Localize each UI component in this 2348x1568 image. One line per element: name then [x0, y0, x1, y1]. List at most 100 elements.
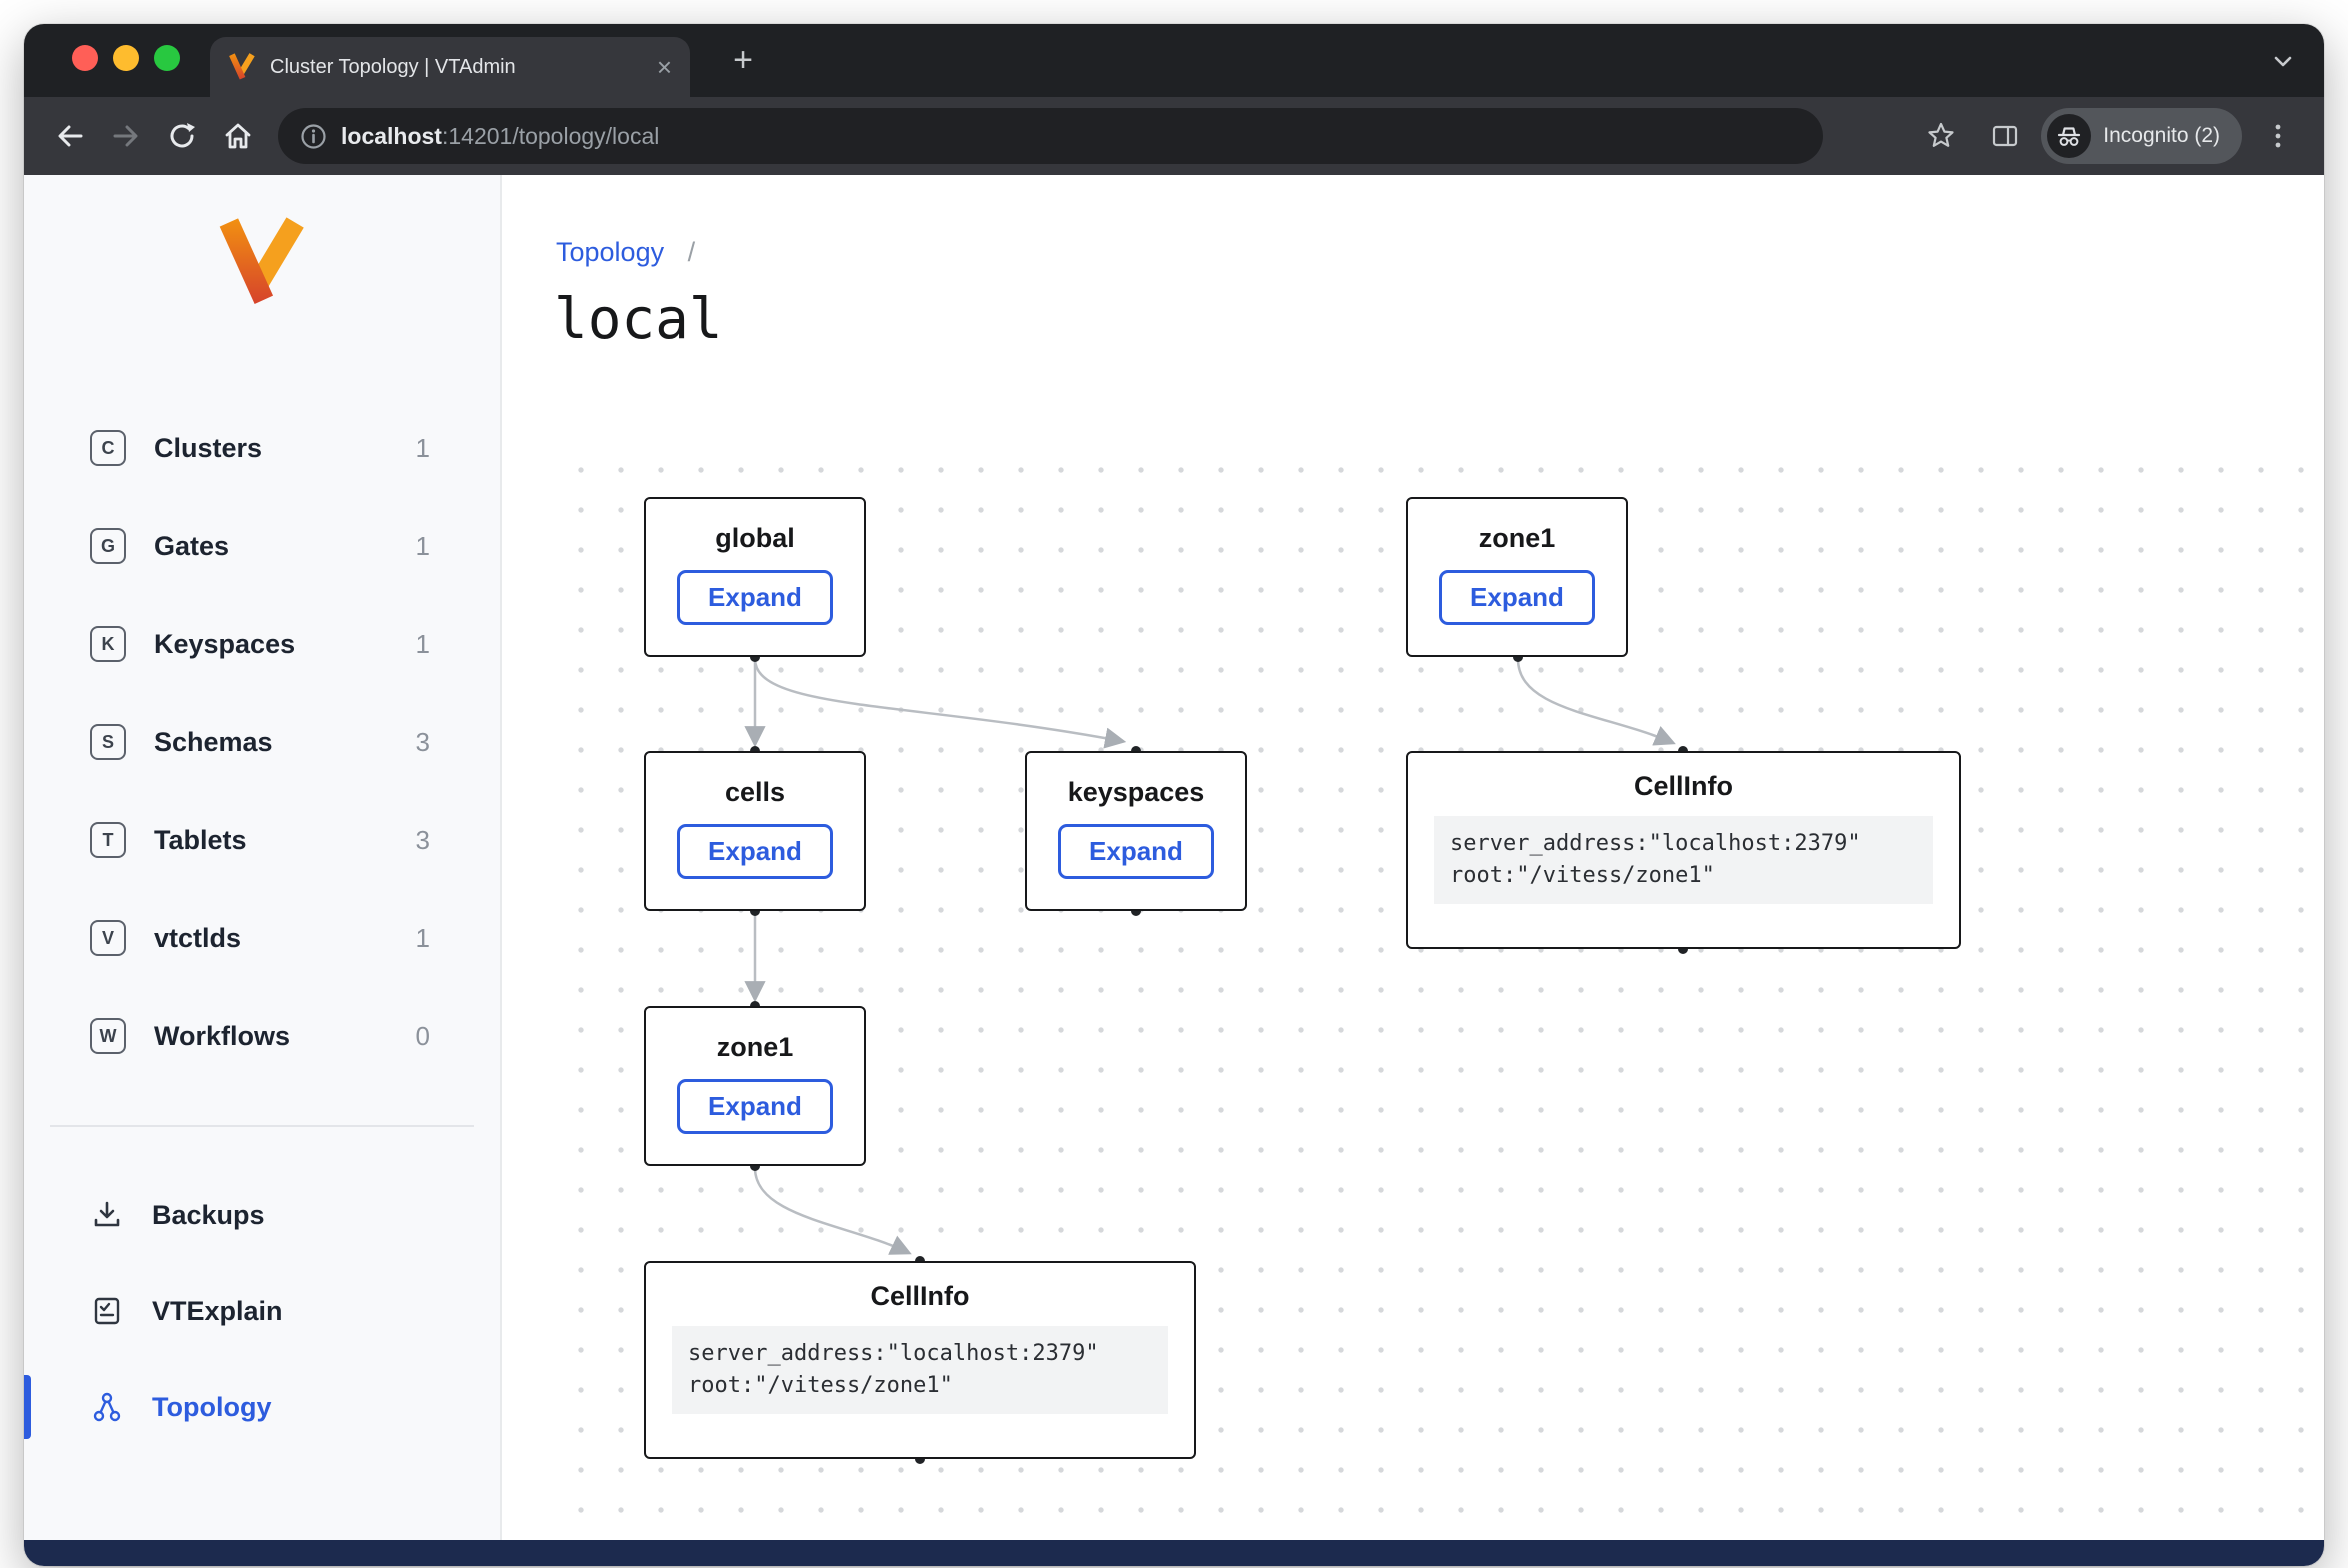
profile-incognito-badge[interactable]: Incognito (2)	[2041, 108, 2242, 164]
browser-tab[interactable]: Cluster Topology | VTAdmin ×	[210, 37, 690, 97]
expand-button[interactable]: Expand	[1439, 570, 1595, 625]
node-title: CellInfo	[646, 1281, 1194, 1312]
page-content: C Clusters 1 G Gates 1 K Keyspaces 1	[24, 175, 2324, 1566]
sidebar: C Clusters 1 G Gates 1 K Keyspaces 1	[24, 175, 502, 1540]
expand-button[interactable]: Expand	[677, 1079, 833, 1134]
tab-strip: Cluster Topology | VTAdmin × +	[24, 24, 2324, 97]
sidebar-item-count: 1	[416, 629, 430, 660]
breadcrumb-topology-link[interactable]: Topology	[556, 237, 664, 267]
cellinfo-server-address: server_address:"localhost:2379"	[688, 1338, 1152, 1370]
sidebar-item-label: Clusters	[154, 433, 262, 464]
gates-letter-icon: G	[90, 528, 126, 564]
active-indicator	[24, 1375, 31, 1439]
forward-button[interactable]	[98, 108, 154, 164]
topology-graph[interactable]: global Expand zone1 Expand cells Expand …	[553, 442, 2316, 1532]
vitess-favicon	[228, 53, 256, 81]
cellinfo-code: server_address:"localhost:2379" root:"/v…	[672, 1326, 1168, 1414]
browser-menu-icon[interactable]	[2250, 108, 2306, 164]
side-panel-icon[interactable]	[1977, 108, 2033, 164]
graph-node-global[interactable]: global Expand	[644, 497, 866, 657]
main-panel: Topology / local	[504, 175, 2324, 1540]
expand-button[interactable]: Expand	[677, 570, 833, 625]
tab-title: Cluster Topology | VTAdmin	[270, 56, 643, 79]
node-title: zone1	[1408, 523, 1626, 554]
sidebar-item-keyspaces[interactable]: K Keyspaces 1	[24, 595, 500, 693]
tab-close-icon[interactable]: ×	[657, 54, 672, 80]
sidebar-item-count: 3	[416, 825, 430, 856]
sidebar-item-tablets[interactable]: T Tablets 3	[24, 791, 500, 889]
sidebar-item-count: 1	[416, 531, 430, 562]
page: Cluster Topology | VTAdmin × +	[0, 0, 2348, 1568]
zoom-window-button[interactable]	[154, 45, 180, 71]
reload-button[interactable]	[154, 108, 210, 164]
sidebar-item-schemas[interactable]: S Schemas 3	[24, 693, 500, 791]
url-path: :14201/topology/local	[442, 123, 659, 149]
sidebar-item-workflows[interactable]: W Workflows 0	[24, 987, 500, 1085]
sidebar-item-vtctlds[interactable]: V vtctlds 1	[24, 889, 500, 987]
graph-node-zone1-top[interactable]: zone1 Expand	[1406, 497, 1628, 657]
site-info-icon[interactable]	[300, 123, 327, 150]
sidebar-item-label: VTExplain	[152, 1296, 283, 1327]
tablets-letter-icon: T	[90, 822, 126, 858]
incognito-label: Incognito (2)	[2103, 124, 2220, 148]
window-bottom-strip	[24, 1540, 2324, 1566]
schemas-letter-icon: S	[90, 724, 126, 760]
address-bar[interactable]: localhost:14201/topology/local	[278, 108, 1823, 164]
clusters-letter-icon: C	[90, 430, 126, 466]
sidebar-item-label: Keyspaces	[154, 629, 295, 660]
node-title: zone1	[646, 1032, 864, 1063]
sidebar-item-count: 3	[416, 727, 430, 758]
topology-network-icon	[90, 1390, 124, 1424]
back-button[interactable]	[42, 108, 98, 164]
sidebar-divider	[50, 1125, 474, 1127]
sidebar-item-label: Schemas	[154, 727, 273, 758]
traffic-lights	[72, 45, 180, 71]
graph-node-cellinfo-right[interactable]: CellInfo server_address:"localhost:2379"…	[1406, 751, 1961, 949]
sidebar-item-label: Backups	[152, 1200, 265, 1231]
sidebar-item-vtexplain[interactable]: VTExplain	[24, 1263, 500, 1359]
sidebar-item-label: Gates	[154, 531, 229, 562]
cellinfo-code: server_address:"localhost:2379" root:"/v…	[1434, 816, 1933, 904]
sidebar-item-clusters[interactable]: C Clusters 1	[24, 399, 500, 497]
close-window-button[interactable]	[72, 45, 98, 71]
browser-window: Cluster Topology | VTAdmin × +	[24, 24, 2324, 1566]
sidebar-item-label: Tablets	[154, 825, 247, 856]
graph-node-keyspaces[interactable]: keyspaces Expand	[1025, 751, 1247, 911]
expand-button[interactable]: Expand	[1058, 824, 1214, 879]
url-host: localhost	[341, 123, 442, 149]
expand-button[interactable]: Expand	[677, 824, 833, 879]
sidebar-item-backups[interactable]: Backups	[24, 1167, 500, 1263]
bookmark-star-icon[interactable]	[1913, 108, 1969, 164]
graph-node-cells[interactable]: cells Expand	[644, 751, 866, 911]
home-button[interactable]	[210, 108, 266, 164]
vtexplain-document-icon	[90, 1294, 124, 1328]
page-title: local	[554, 287, 723, 352]
tab-search-chevron-icon[interactable]	[2268, 46, 2298, 76]
sidebar-item-gates[interactable]: G Gates 1	[24, 497, 500, 595]
sidebar-item-label: Workflows	[154, 1021, 290, 1052]
url-text: localhost:14201/topology/local	[341, 123, 659, 150]
browser-toolbar: localhost:14201/topology/local	[24, 97, 2324, 175]
sidebar-item-label: Topology	[152, 1392, 271, 1423]
cellinfo-root: root:"/vitess/zone1"	[1450, 860, 1917, 892]
node-title: cells	[646, 777, 864, 808]
sidebar-item-count: 1	[416, 433, 430, 464]
incognito-icon	[2047, 114, 2091, 158]
sidebar-item-topology[interactable]: Topology	[24, 1359, 500, 1455]
minimize-window-button[interactable]	[113, 45, 139, 71]
node-title: CellInfo	[1408, 771, 1959, 802]
sidebar-tools: Backups VTExplain	[24, 1167, 500, 1455]
sidebar-item-count: 1	[416, 923, 430, 954]
breadcrumb: Topology /	[556, 237, 695, 268]
vtctlds-letter-icon: V	[90, 920, 126, 956]
sidebar-item-label: vtctlds	[154, 923, 241, 954]
graph-node-zone1[interactable]: zone1 Expand	[644, 1006, 866, 1166]
sidebar-item-count: 0	[416, 1021, 430, 1052]
node-title: global	[646, 523, 864, 554]
vitess-logo	[24, 215, 500, 311]
new-tab-button[interactable]: +	[724, 42, 762, 80]
sidebar-nav: C Clusters 1 G Gates 1 K Keyspaces 1	[24, 399, 500, 1085]
breadcrumb-separator: /	[688, 237, 696, 267]
backups-download-icon	[90, 1198, 124, 1232]
graph-node-cellinfo-bottom[interactable]: CellInfo server_address:"localhost:2379"…	[644, 1261, 1196, 1459]
